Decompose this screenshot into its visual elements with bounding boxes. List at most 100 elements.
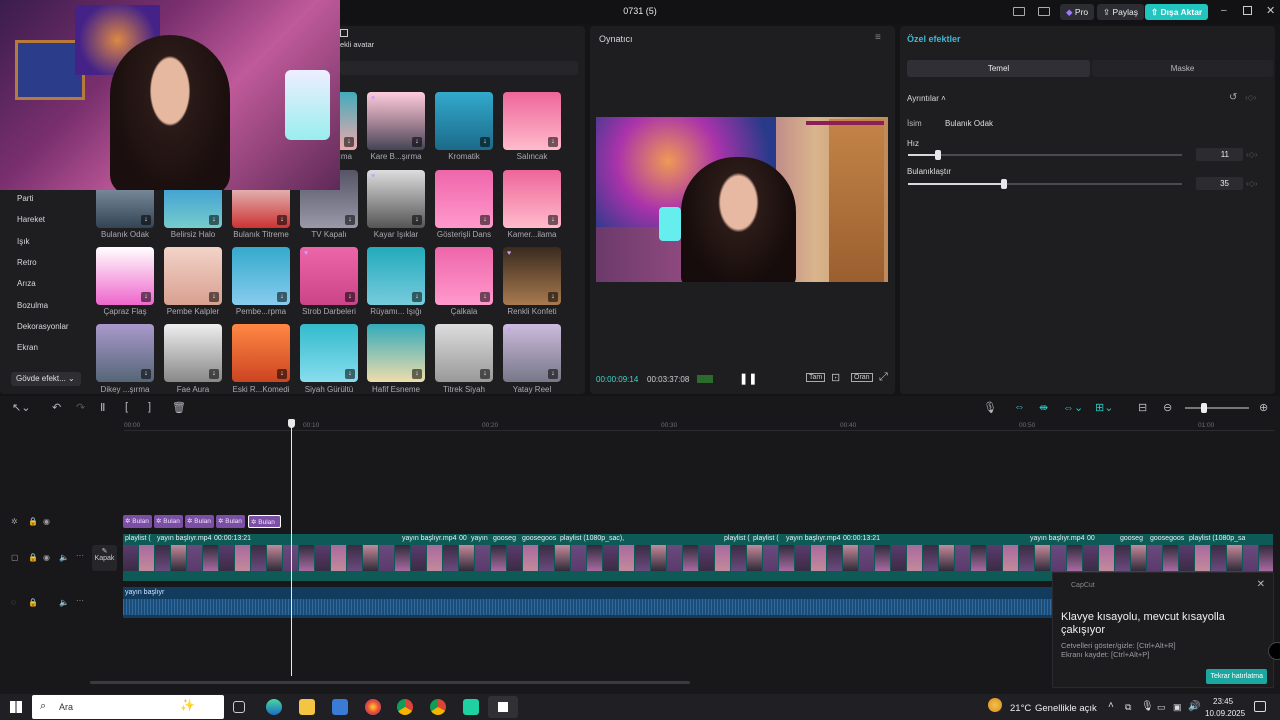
fullscreen-icon[interactable]: ⤢	[879, 371, 888, 384]
close-icon[interactable]: ✕	[1266, 4, 1275, 17]
eye-icon[interactable]: ◉	[43, 553, 50, 562]
category-parti[interactable]: Parti	[17, 194, 33, 203]
maximize-icon[interactable]	[1243, 6, 1252, 15]
category-hareket[interactable]: Hareket	[17, 215, 45, 224]
link-auto-icon[interactable]: ⇔⌄	[1063, 401, 1083, 414]
download-icon[interactable]: ↓	[412, 292, 422, 302]
timeline-scrollbar[interactable]	[90, 681, 690, 684]
split-icon[interactable]: Ⅱ	[100, 401, 105, 414]
zoom-slider[interactable]	[1185, 407, 1249, 409]
trim-left-icon[interactable]: [	[125, 401, 128, 413]
effect-thumb[interactable]: ♥ ↓	[300, 247, 358, 305]
ratio-button[interactable]: Oran	[851, 373, 873, 382]
download-icon[interactable]: ↓	[480, 215, 490, 225]
download-icon[interactable]: ↓	[345, 369, 355, 379]
layout-icon[interactable]	[1013, 7, 1025, 16]
download-icon[interactable]: ↓	[209, 292, 219, 302]
effect-thumb[interactable]: ↓	[164, 324, 222, 382]
download-icon[interactable]: ↓	[209, 215, 219, 225]
keyframe-icon[interactable]: ‹◇›	[1245, 93, 1256, 102]
category-ariza[interactable]: Arıza	[17, 279, 36, 288]
category-isik[interactable]: Işık	[17, 237, 29, 246]
effect-clip[interactable]: ✲ Bulan	[216, 515, 245, 528]
clock-time[interactable]: 23:45	[1213, 697, 1233, 706]
download-icon[interactable]: ↓	[480, 369, 490, 379]
blur-slider-handle[interactable]	[1001, 179, 1007, 189]
category-dekorasyonlar[interactable]: Dekorasyonlar	[17, 322, 69, 331]
more-icon[interactable]: ···	[76, 596, 84, 605]
zoom-out-icon[interactable]: ⊖	[1163, 401, 1172, 414]
preview-axis-icon[interactable]: ⊞⌄	[1095, 401, 1113, 414]
effect-thumb[interactable]: ♥ ↓	[367, 170, 425, 228]
effects-search-bar[interactable]	[340, 61, 578, 75]
tray-app-icon[interactable]: ⧉	[1125, 702, 1131, 713]
spotify-icon[interactable]	[463, 699, 479, 715]
playhead[interactable]	[291, 420, 292, 676]
pro-button[interactable]: ◆ Pro	[1060, 4, 1095, 20]
download-icon[interactable]: ↓	[548, 137, 558, 147]
download-icon[interactable]: ↓	[548, 215, 558, 225]
effect-thumb[interactable]: ♥ ↓	[367, 92, 425, 150]
effect-thumb[interactable]: ↓	[96, 247, 154, 305]
speed-slider[interactable]	[908, 154, 1182, 156]
category-bozulma[interactable]: Bozulma	[17, 301, 48, 310]
microphone-icon[interactable]: 🎙	[983, 401, 997, 414]
download-icon[interactable]: ↓	[345, 292, 355, 302]
full-mode-button[interactable]: Tam	[806, 373, 826, 382]
pause-icon[interactable]: ❚❚	[739, 372, 757, 385]
taskbar-search[interactable]: ⌕ Ara ✨	[32, 695, 224, 719]
weather-temp[interactable]: 21°C	[1010, 703, 1031, 714]
clock-date[interactable]: 10.09.2025	[1205, 709, 1245, 718]
effect-thumb[interactable]: ↓	[96, 324, 154, 382]
zoom-slider-handle[interactable]	[1201, 403, 1207, 413]
download-icon[interactable]: ↓	[480, 292, 490, 302]
chrome-profile-icon[interactable]	[430, 699, 446, 715]
speed-keyframe-icon[interactable]: ‹◇›	[1246, 150, 1257, 159]
delete-icon[interactable]: 🗑	[172, 401, 186, 414]
cover-button[interactable]: ✎ Kapak	[92, 545, 117, 571]
effect-clip[interactable]: ✲ Bulan	[154, 515, 183, 528]
microphone-tray-icon[interactable]: 🎙	[1141, 701, 1154, 712]
download-icon[interactable]: ↓	[344, 137, 354, 147]
lock-icon[interactable]: 🔒	[28, 517, 38, 526]
effect-thumb[interactable]: ↓	[435, 324, 493, 382]
panel-icon[interactable]	[1038, 7, 1050, 16]
volume-icon[interactable]: 🔈	[59, 553, 69, 562]
minimize-icon[interactable]: –	[1221, 5, 1227, 16]
avatar-tab[interactable]: ekli avatar	[340, 40, 374, 49]
weather-text[interactable]: Genellikle açık	[1035, 703, 1097, 714]
effect-thumb[interactable]: ↓	[367, 247, 425, 305]
task-view-icon[interactable]	[233, 701, 245, 713]
effect-clip-selected[interactable]: ✲ Bulan	[248, 515, 281, 528]
remind-again-button[interactable]: Tekrar hatırlatma	[1206, 669, 1267, 684]
share-button[interactable]: ⇪ Paylaş	[1097, 4, 1145, 20]
zoom-in-icon[interactable]: ⊕	[1259, 401, 1268, 414]
category-body-effects[interactable]: Gövde efekt... ⌄	[11, 372, 81, 386]
download-icon[interactable]: ↓	[277, 292, 287, 302]
download-icon[interactable]: ↓	[345, 215, 355, 225]
download-icon[interactable]: ↓	[141, 215, 151, 225]
undo-icon[interactable]: ↶	[52, 401, 61, 414]
link-magnet-icon[interactable]: ⇼	[1039, 401, 1048, 414]
download-icon[interactable]: ↓	[548, 369, 558, 379]
effect-thumb[interactable]: ↓	[300, 324, 358, 382]
effect-thumb[interactable]: ♥ ↓	[503, 247, 561, 305]
download-icon[interactable]: ↓	[277, 215, 287, 225]
volume-icon[interactable]: 🔈	[59, 598, 69, 607]
blur-value-field[interactable]: 35	[1196, 177, 1243, 190]
edge-icon[interactable]	[266, 699, 282, 715]
select-tool-icon[interactable]: ↖⌄	[12, 401, 30, 414]
category-ekran[interactable]: Ekran	[17, 343, 38, 352]
avatar-tab-icon[interactable]	[340, 29, 348, 37]
tab-mask[interactable]: Maske	[1092, 60, 1273, 77]
firefox-icon[interactable]	[365, 699, 381, 715]
chrome-icon[interactable]	[397, 699, 413, 715]
effect-thumb[interactable]: ↓	[367, 324, 425, 382]
effect-clip[interactable]: ✲ Bulan	[123, 515, 152, 528]
download-icon[interactable]: ↓	[141, 369, 151, 379]
category-retro[interactable]: Retro	[17, 258, 37, 267]
eye-icon[interactable]: ◉	[43, 517, 50, 526]
snapshot-icon[interactable]: ⊡	[831, 371, 840, 384]
download-icon[interactable]: ↓	[277, 369, 287, 379]
download-icon[interactable]: ↓	[480, 137, 490, 147]
